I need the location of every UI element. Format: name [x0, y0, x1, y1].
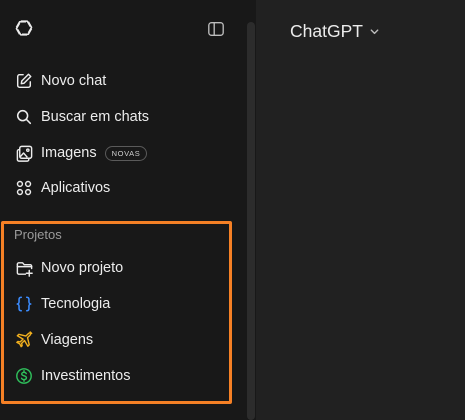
sidebar-item-search-chats[interactable]: Buscar em chats	[8, 100, 234, 134]
images-icon	[14, 143, 34, 163]
sidebar-item-label: Aplicativos	[41, 180, 111, 196]
sidebar-item-label: Tecnologia	[41, 296, 111, 312]
apps-icon	[14, 178, 34, 198]
model-selector[interactable]: ChatGPT	[290, 19, 380, 43]
airplane-icon	[14, 330, 34, 350]
sidebar-item-label: Investimentos	[41, 368, 131, 384]
openai-logo-icon[interactable]	[13, 17, 35, 39]
sidebar-toggle-icon[interactable]	[207, 20, 225, 38]
folder-plus-icon	[14, 258, 34, 278]
sidebar: Novo chat Buscar em chats Imagens NOVAS	[0, 0, 246, 420]
new-badge: NOVAS	[104, 145, 148, 161]
chevron-down-icon	[370, 28, 379, 34]
compose-icon	[14, 71, 34, 91]
sidebar-item-label: Buscar em chats	[41, 109, 149, 125]
sidebar-item-label: Imagens	[41, 145, 97, 161]
search-icon	[14, 107, 34, 127]
braces-icon	[14, 294, 34, 314]
model-name: ChatGPT	[290, 20, 363, 41]
sidebar-item-label: Novo projeto	[41, 260, 124, 276]
sidebar-item-label: Viagens	[41, 332, 94, 348]
projects-section-title: Projetos	[14, 227, 62, 242]
sidebar-item-project-investimentos[interactable]: Investimentos	[8, 359, 234, 393]
sidebar-item-new-chat[interactable]: Novo chat	[8, 64, 234, 98]
sidebar-item-label: Novo chat	[41, 73, 107, 89]
sidebar-item-images[interactable]: Imagens NOVAS	[8, 136, 234, 170]
sidebar-item-project-tecnologia[interactable]: Tecnologia	[8, 287, 234, 321]
dollar-icon	[14, 366, 34, 386]
sidebar-item-project-viagens[interactable]: Viagens	[8, 323, 234, 357]
main-panel	[256, 0, 465, 420]
sidebar-item-apps[interactable]: Aplicativos	[8, 171, 234, 205]
sidebar-item-new-project[interactable]: Novo projeto	[8, 251, 234, 285]
sidebar-scrollbar-thumb[interactable]	[247, 22, 255, 420]
